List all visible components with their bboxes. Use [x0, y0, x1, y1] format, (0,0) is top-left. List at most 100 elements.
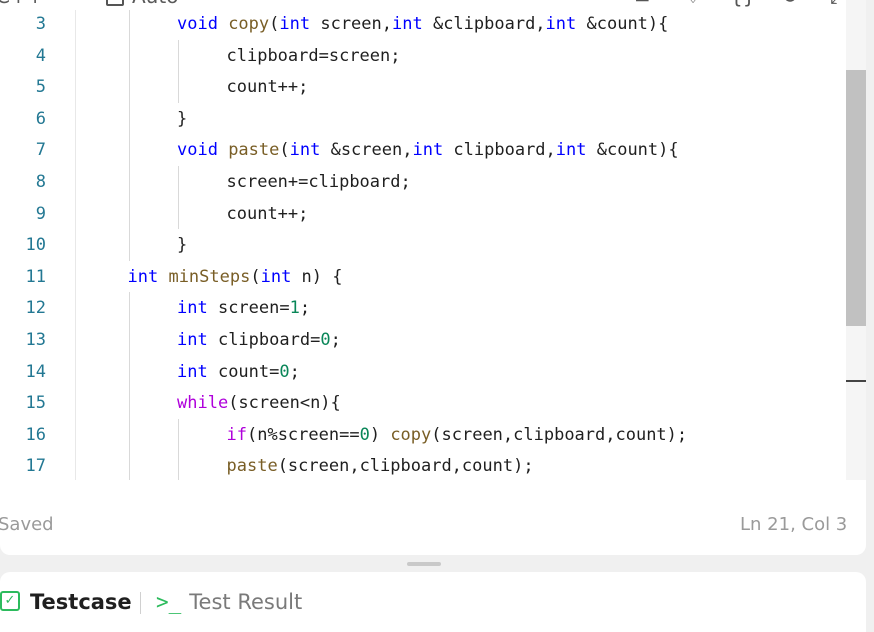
code-token: ;: [330, 330, 341, 350]
code-token: int: [412, 140, 444, 161]
language-select[interactable]: C++: [0, 0, 43, 8]
tab-testcase-label: Testcase: [30, 590, 132, 614]
lock-icon: [106, 0, 124, 6]
code-token: 1: [289, 298, 300, 319]
code-token: (screen,clipboard,count);: [431, 424, 688, 445]
bottom-panel: ✓ Testcase >_ Test Result: [0, 572, 866, 632]
code-text: if(n%screen==0) copy(screen,clipboard,co…: [227, 419, 688, 451]
code-line[interactable]: 11 int minSteps(int n) {: [0, 261, 846, 293]
bookmark-icon[interactable]: ♡: [684, 0, 702, 8]
indent-guide: [128, 418, 130, 451]
line-number: 9: [35, 203, 46, 224]
save-status: Saved: [0, 514, 54, 535]
line-number: 4: [35, 45, 46, 66]
expand-icon[interactable]: ⤢: [830, 0, 846, 8]
code-text: void copy(int screen,int &clipboard,int …: [177, 10, 668, 40]
code-token: (: [269, 14, 280, 34]
code-text: count++;: [227, 198, 309, 230]
code-text: screen+=clipboard;: [227, 166, 411, 198]
code-token: (: [279, 140, 290, 161]
code-text: int count=0;: [177, 356, 300, 388]
code-token: int: [555, 140, 587, 161]
braces-icon[interactable]: {}: [730, 0, 755, 8]
indent-guide: [178, 450, 179, 480]
code-token: (n%screen==: [246, 424, 360, 445]
indent-guide: [128, 39, 130, 72]
code-token: copy: [390, 424, 432, 445]
align-left-icon[interactable]: ≡: [634, 0, 651, 8]
code-token: 0: [320, 330, 331, 350]
code-token: void: [177, 14, 218, 34]
code-line[interactable]: 12 int screen=1;: [0, 292, 846, 324]
code-area[interactable]: 3 void copy(int screen,int &clipboard,int…: [0, 10, 846, 480]
code-token: paste: [217, 140, 280, 161]
auto-mode-label[interactable]: Auto: [132, 0, 178, 8]
line-number: 3: [35, 14, 46, 34]
code-token: (: [250, 266, 261, 287]
indent-guide: [178, 166, 179, 198]
line-number: 14: [25, 361, 46, 382]
code-line[interactable]: 17 paste(screen,clipboard,count);: [0, 450, 846, 480]
code-token: count++;: [226, 77, 309, 98]
code-text: paste(screen,clipboard,count);: [227, 450, 534, 480]
code-token: count++;: [226, 203, 309, 224]
code-line[interactable]: 10}: [0, 229, 846, 261]
code-editor-panel: C++ ⌄ Auto ≡ ♡ {} ↺ ⤢ 3 void copy ( int scr…: [0, 0, 866, 555]
code-line[interactable]: 14 int count=0;: [0, 356, 846, 388]
code-line[interactable]: 6}: [0, 103, 846, 135]
indent-guide: [128, 387, 130, 419]
tab-testcase[interactable]: ✓ Testcase: [0, 588, 132, 616]
code-line[interactable]: 13 int clipboard=0;: [0, 324, 846, 356]
code-line[interactable]: 16 if(n%screen==0) copy(screen,clipboard,…: [0, 419, 846, 451]
code-token: int: [177, 330, 208, 350]
line-number: 8: [35, 172, 46, 192]
scrollbar-cursor-marker: [846, 380, 866, 382]
code-line[interactable]: 7 void paste(int &screen,int clipboard,in…: [0, 134, 846, 166]
code-text: }: [177, 229, 187, 261]
code-line[interactable]: 3 void copy(int screen,int &clipboard,int…: [0, 10, 846, 40]
line-number: 6: [35, 108, 46, 129]
code-text: }: [177, 103, 187, 135]
code-token: }: [177, 235, 188, 256]
code-token: screen=: [207, 298, 290, 319]
tab-divider: [140, 592, 141, 614]
code-token: ;: [299, 298, 311, 319]
code-line[interactable]: 9 count++;: [0, 198, 846, 230]
code-token: clipboard,: [443, 140, 556, 161]
code-token: int: [177, 361, 208, 382]
indent-guide: [128, 166, 130, 198]
indent-guide: [128, 10, 130, 40]
editor-toolbar: C++ ⌄ Auto ≡ ♡ {} ↺ ⤢: [0, 0, 866, 10]
tab-test-result[interactable]: >_ Test Result: [156, 588, 302, 616]
indent-guide: [178, 71, 179, 103]
indent-guide: [178, 418, 179, 451]
code-line[interactable]: 15 while(screen<n){: [0, 387, 846, 419]
code-line[interactable]: 4 clipboard=screen;: [0, 40, 846, 72]
code-token: while: [177, 393, 229, 414]
code-text: count++;: [227, 71, 309, 103]
code-token: void: [177, 140, 218, 161]
code-token: (screen,clipboard,count);: [277, 456, 534, 477]
code-text: while(screen<n){: [177, 387, 341, 419]
code-token: screen+=clipboard;: [226, 172, 411, 192]
code-token: &screen,: [320, 140, 413, 161]
code-token: &clipboard,: [422, 14, 546, 34]
code-text: int minSteps(int n) {: [128, 261, 343, 293]
code-token: minSteps: [158, 266, 251, 287]
code-line[interactable]: 8 screen+=clipboard;: [0, 166, 846, 198]
indent-guide: [178, 197, 179, 230]
indent-guide: [128, 324, 130, 356]
tab-test-result-label: Test Result: [189, 590, 303, 614]
code-line[interactable]: 5 count++;: [0, 71, 846, 103]
cursor-position[interactable]: Ln 21, Col 3: [740, 514, 847, 535]
code-token: int: [392, 14, 423, 34]
chevron-down-icon[interactable]: ⌄: [60, 0, 72, 4]
indent-guide: [128, 355, 130, 388]
code-token: screen,: [310, 14, 392, 34]
panel-resize-handle[interactable]: [407, 562, 441, 566]
scrollbar-thumb[interactable]: [846, 70, 866, 326]
line-number: 11: [25, 266, 46, 287]
code-token: 0: [359, 424, 370, 445]
code-text: clipboard=screen;: [227, 40, 401, 72]
reset-icon[interactable]: ↺: [782, 0, 799, 8]
